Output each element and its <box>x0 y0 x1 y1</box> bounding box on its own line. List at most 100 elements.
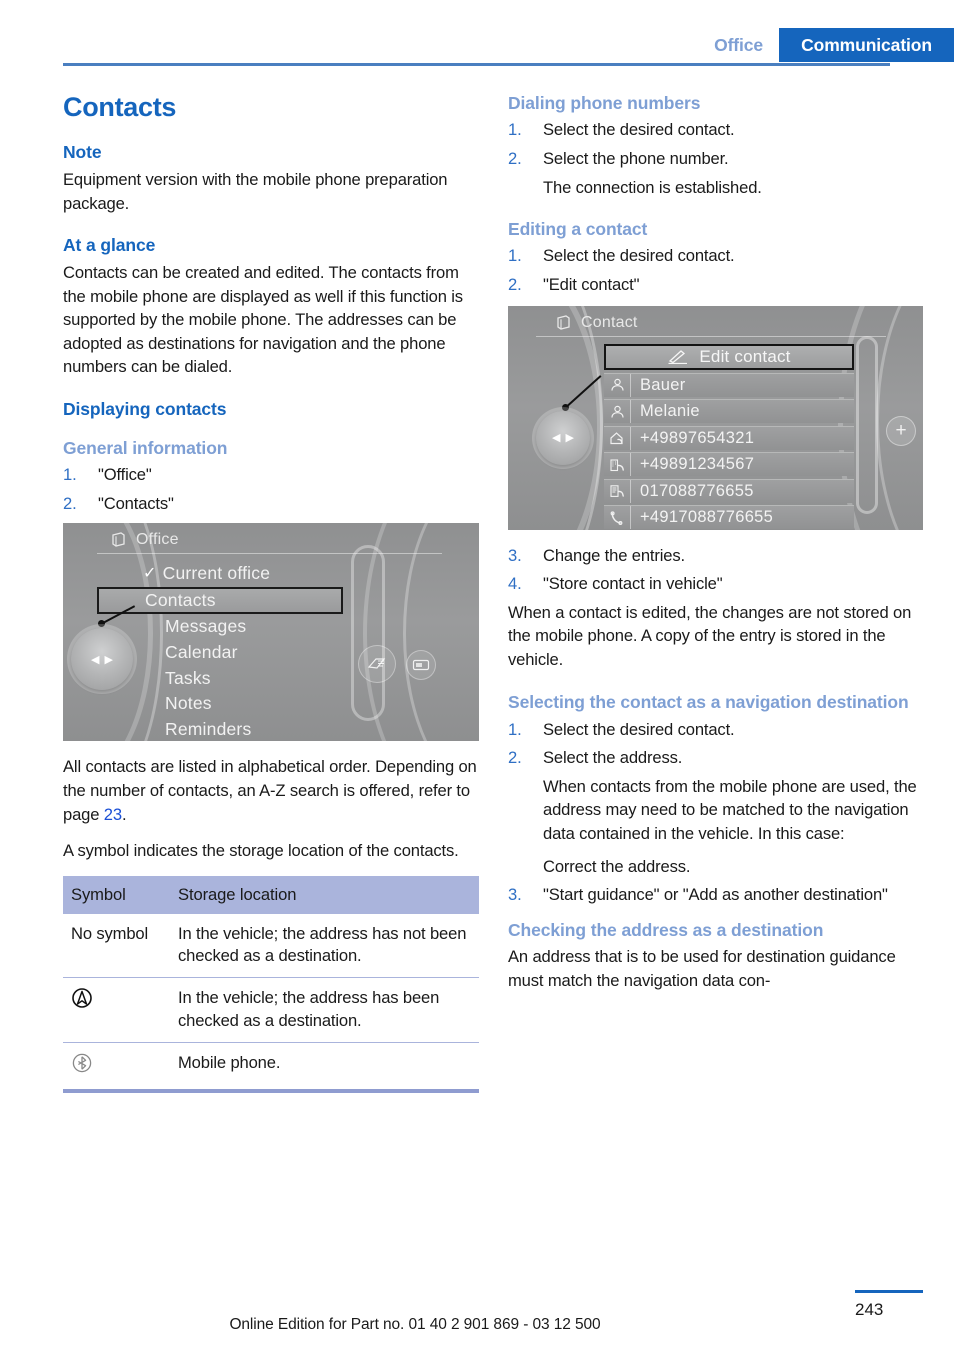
at-a-glance-body: Contacts can be created and edited. The … <box>63 263 463 377</box>
contact-row-home-phone[interactable]: +49897654321 <box>604 425 854 450</box>
person-icon <box>604 373 631 397</box>
contact-value: +49897654321 <box>640 428 755 447</box>
list-item: 2. "Contacts" <box>63 492 479 516</box>
edit-contact-row[interactable]: Edit contact <box>604 343 854 370</box>
idrive-title-divider <box>97 553 442 555</box>
step-text: Select the desired contact. <box>543 719 735 739</box>
step-text: Select the address. <box>543 748 683 768</box>
left-arrow-icon: ◀ <box>552 432 561 445</box>
menu-item-tasks[interactable]: Tasks <box>143 666 343 692</box>
idrive-controller[interactable]: ◀ ▶ <box>71 628 133 691</box>
step-number: 2. <box>508 148 522 168</box>
heading-dialing-phone-numbers: Dialing phone numbers <box>508 93 701 113</box>
selecting-substep-1: When contacts from the mobile phone are … <box>543 776 917 844</box>
table-header-row: Symbol Storage location <box>63 875 479 914</box>
option-plus-button[interactable]: + <box>886 415 916 446</box>
step-number: 3. <box>508 885 522 905</box>
decor-arc <box>351 545 385 722</box>
contact-value: 017088776655 <box>640 481 754 500</box>
menu-item-label: Messages <box>165 616 247 637</box>
heading-checking-address-destination: Checking the address as a destination <box>508 919 824 940</box>
symbol-storage-body: A symbol indicates the storage location … <box>63 841 459 861</box>
selecting-substep-2: Correct the address. <box>543 856 691 876</box>
page-reference-link[interactable]: 23 <box>104 805 122 824</box>
column-header-symbol: Symbol <box>63 875 170 914</box>
step-number: 1. <box>508 719 522 739</box>
list-item: 3. Change the entries. <box>508 544 923 568</box>
tab-office[interactable]: Office <box>698 28 779 62</box>
idrive-title-bar: Contact <box>555 314 913 332</box>
menu-item-contacts[interactable]: Contacts <box>97 587 343 615</box>
idrive-controller[interactable]: ◀ ▶ <box>536 410 590 465</box>
menu-item-reminders[interactable]: Reminders <box>143 717 343 742</box>
cell-symbol <box>63 977 170 1043</box>
manual-page: Office Communication Contacts Note Equip… <box>0 0 954 1354</box>
step-text: "Contacts" <box>98 493 174 513</box>
step-number: 4. <box>508 574 522 594</box>
idrive-contact-screenshot: Contact Edit contact Bauer Melanie +4989… <box>508 305 923 530</box>
idrive-contact-list: Edit contact Bauer Melanie +49897654321 … <box>604 343 854 530</box>
page-title: Contacts <box>63 92 177 122</box>
menu-item-label: Reminders <box>165 718 252 739</box>
list-item: 1. Select the desired contact. <box>508 244 923 268</box>
list-item: 2. Select the address. <box>508 746 923 770</box>
dialing-steps: 1. Select the desired contact. 2. Select… <box>508 118 923 170</box>
contact-row-last-name[interactable]: Bauer <box>604 372 854 397</box>
list-item: 1. Select the desired contact. <box>508 718 923 742</box>
contact-row-fax[interactable]: 017088776655 <box>604 478 854 503</box>
step-text: Select the phone number. <box>543 148 729 168</box>
contact-value: +49891234567 <box>640 455 755 474</box>
list-item: 1. Select the desired contact. <box>508 118 923 142</box>
idrive-menu-list: ✓ Current office Contacts Messages Calen… <box>97 561 343 742</box>
menu-item-label: Notes <box>165 693 212 714</box>
pencil-icon <box>668 349 688 364</box>
menu-item-label: Tasks <box>165 667 211 688</box>
contact-row-work-phone[interactable]: +49891234567 <box>604 452 854 477</box>
step-text: "Edit contact" <box>543 275 640 295</box>
step-text: "Store contact in vehicle" <box>543 574 723 594</box>
contact-row-mobile-phone[interactable]: +4917088776655 <box>604 505 854 530</box>
page-number: 243 <box>855 1300 884 1319</box>
right-arrow-icon: ▶ <box>565 432 574 445</box>
editing-body: When a contact is edited, the changes ar… <box>508 602 912 669</box>
cell-description: Mobile phone. <box>170 1042 479 1094</box>
heading-editing-a-contact: Editing a contact <box>508 219 648 240</box>
step-number: 3. <box>508 545 522 565</box>
menu-item-notes[interactable]: Notes <box>143 691 343 717</box>
table-row: In the vehicle; the address has been che… <box>63 977 479 1043</box>
heading-note: Note <box>63 142 102 162</box>
menu-item-current-office[interactable]: ✓ Current office <box>143 561 343 587</box>
footer-edition-text: Online Edition for Part no. 01 40 2 901 … <box>229 1316 601 1333</box>
mobile-phone-icon <box>604 506 631 530</box>
person-icon <box>604 400 631 424</box>
book-icon <box>557 314 570 330</box>
office-icon <box>367 658 386 670</box>
menu-item-label: Calendar <box>165 641 238 662</box>
check-icon: ✓ <box>143 565 157 583</box>
decor-arc <box>856 335 878 514</box>
contact-row-first-name[interactable]: Melanie <box>604 399 854 424</box>
heading-displaying-contacts: Displaying contacts <box>63 398 227 419</box>
heading-general-information: General information <box>63 437 228 458</box>
step-text: "Office" <box>98 465 152 485</box>
step-number: 1. <box>508 246 522 266</box>
step-number: 2. <box>63 493 77 513</box>
screen-icon <box>412 660 430 671</box>
menu-item-messages[interactable]: Messages <box>143 614 343 640</box>
tab-communication[interactable]: Communication <box>779 28 954 62</box>
step-number: 1. <box>508 120 522 140</box>
idrive-title-divider <box>536 335 886 337</box>
step-text: Change the entries. <box>543 545 685 565</box>
idrive-title: Office <box>136 531 179 549</box>
book-icon <box>112 532 125 548</box>
menu-item-calendar[interactable]: Calendar <box>143 640 343 666</box>
office-phone-icon <box>604 453 631 477</box>
navigation-arrow-circle-icon <box>72 988 92 1008</box>
list-item: 2. Select the phone number. <box>508 147 923 171</box>
storage-location-table: Symbol Storage location No symbol In the… <box>63 875 479 1094</box>
list-item: 3. "Start guidance" or "Add as another d… <box>508 883 923 907</box>
editing-steps-top: 1. Select the desired contact. 2. "Edit … <box>508 244 923 296</box>
idrive-title: Contact <box>581 313 638 331</box>
edit-contact-label: Edit contact <box>699 346 791 366</box>
cell-symbol <box>63 1042 170 1094</box>
